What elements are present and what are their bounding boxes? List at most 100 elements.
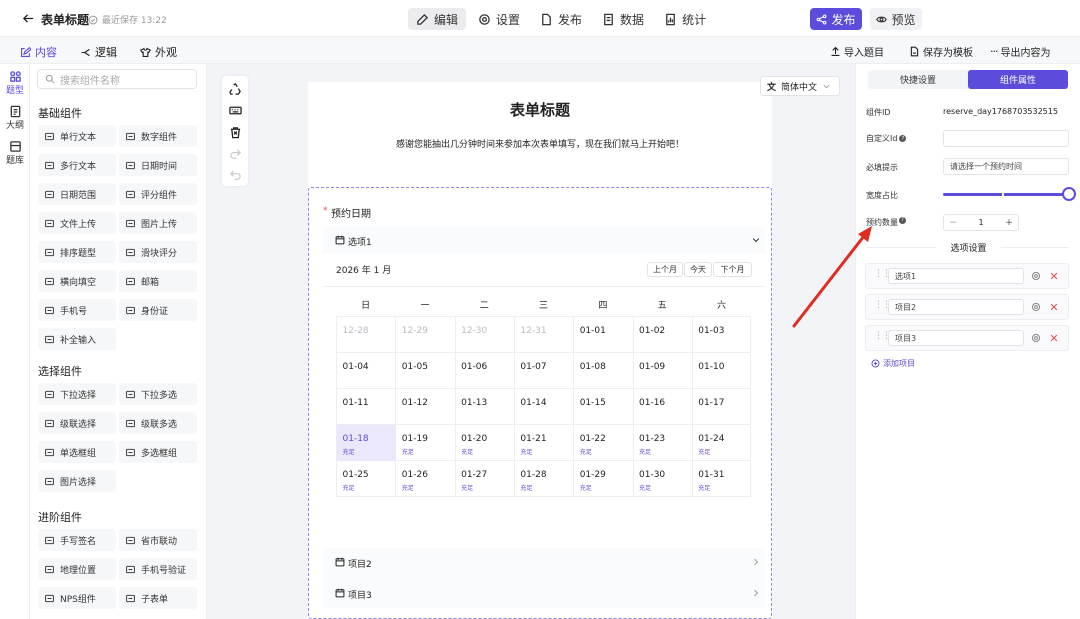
calendar-day[interactable]: 01-26 充足	[396, 461, 455, 497]
form-title[interactable]: 表单标题	[308, 99, 772, 120]
nav-question-types[interactable]: 题型	[0, 70, 30, 96]
component-item[interactable]: 省市联动	[119, 529, 197, 551]
gear-icon[interactable]	[1031, 333, 1041, 343]
calendar-day[interactable]: 01-22 充足	[574, 425, 633, 461]
redo-icon[interactable]	[229, 148, 242, 161]
calendar-day[interactable]: 01-24 充足	[692, 425, 751, 461]
component-item[interactable]: 多选框组	[119, 441, 197, 463]
component-item[interactable]: 文件上传	[38, 212, 116, 234]
calendar-day[interactable]: 01-04	[337, 353, 396, 389]
custom-id-input[interactable]	[943, 130, 1069, 147]
calendar-day[interactable]: 01-08	[574, 353, 633, 389]
option-input[interactable]: 项目2	[888, 299, 1024, 315]
component-item[interactable]: 级联选择	[38, 412, 116, 434]
component-item[interactable]: NPS组件	[38, 587, 116, 609]
calendar-day[interactable]: 01-20 充足	[455, 425, 514, 461]
component-item[interactable]: 子表单	[119, 587, 197, 609]
language-select[interactable]: 文 简体中文	[760, 76, 840, 96]
close-icon[interactable]	[1049, 271, 1059, 281]
component-item[interactable]: 手写签名	[38, 529, 116, 551]
calendar-day[interactable]: 01-21 充足	[514, 425, 573, 461]
calendar-day[interactable]: 01-05	[396, 353, 455, 389]
gear-icon[interactable]	[1031, 271, 1041, 281]
tab-data[interactable]: 数据	[594, 8, 652, 30]
help-icon[interactable]: ?	[899, 216, 906, 224]
component-item[interactable]: 手机号验证	[119, 558, 197, 580]
nav-question-bank[interactable]: 题库	[0, 140, 30, 166]
component-item[interactable]: 日期时间	[119, 154, 197, 176]
calendar-day[interactable]: 12-30	[455, 317, 514, 353]
component-item[interactable]: 补全输入	[38, 328, 116, 350]
calendar-day[interactable]: 12-28	[337, 317, 396, 353]
component-item[interactable]: 手机号	[38, 299, 116, 321]
component-item[interactable]: 横向填空	[38, 270, 116, 292]
form-description[interactable]: 感谢您能抽出几分钟时间来参加本次表单填写，现在我们就马上开始吧！	[308, 137, 772, 150]
calendar-day[interactable]: 01-15	[574, 389, 633, 425]
preview-button[interactable]: 预览	[870, 8, 922, 30]
calendar-day[interactable]: 01-13	[455, 389, 514, 425]
save-template-button[interactable]: 保存为模板	[909, 44, 973, 59]
tab-edit[interactable]: 编辑	[408, 8, 467, 30]
export-button[interactable]: ··· 导出内容为	[990, 44, 1051, 59]
tab-quick-settings[interactable]: 快捷设置	[868, 70, 968, 89]
calendar-day[interactable]: 01-19 充足	[396, 425, 455, 461]
today-button[interactable]: 今天	[684, 262, 712, 277]
calendar-day[interactable]: 01-16	[633, 389, 692, 425]
calendar-day[interactable]: 01-07	[514, 353, 573, 389]
back-icon[interactable]	[22, 11, 35, 25]
component-item[interactable]: 图片选择	[38, 470, 116, 492]
option-header-2[interactable]: 项目2	[323, 548, 765, 576]
component-item[interactable]: 下拉多选	[119, 383, 197, 405]
tab-stats[interactable]: 统计	[656, 8, 714, 30]
component-item[interactable]: 身份证	[119, 299, 197, 321]
close-icon[interactable]	[1049, 333, 1059, 343]
decrement-button[interactable]: −	[944, 218, 962, 228]
component-item[interactable]: 滑块评分	[119, 241, 197, 263]
increment-button[interactable]: +	[1000, 218, 1018, 228]
calendar-day[interactable]: 01-31 充足	[692, 461, 751, 497]
calendar-day[interactable]: 01-25 充足	[337, 461, 396, 497]
calendar-day[interactable]: 01-18 充足	[336, 424, 396, 461]
component-item[interactable]: 单选框组	[38, 441, 116, 463]
calendar-day[interactable]: 01-17	[692, 389, 751, 425]
nav-outline[interactable]: 大纲	[0, 105, 30, 131]
add-option-button[interactable]: 添加项目	[871, 358, 915, 369]
calendar-day[interactable]: 01-11	[337, 389, 396, 425]
option-header-3[interactable]: 项目3	[323, 579, 765, 607]
component-item[interactable]: 图片上传	[119, 212, 197, 234]
component-item[interactable]: 下拉选择	[38, 383, 116, 405]
gear-icon[interactable]	[1031, 302, 1041, 312]
component-item[interactable]: 邮箱	[119, 270, 197, 292]
prev-month-button[interactable]: 上个月	[647, 262, 683, 277]
import-button[interactable]: 导入题目	[830, 44, 884, 59]
required-tip-input[interactable]: 请选择一个预约时间	[943, 158, 1069, 175]
keyboard-icon[interactable]	[229, 104, 242, 117]
tab-publish[interactable]: 发布	[532, 8, 590, 30]
calendar-day[interactable]: 01-10	[692, 353, 751, 389]
subtab-content[interactable]: 内容	[20, 44, 57, 60]
tab-settings[interactable]: 设置	[470, 8, 528, 30]
next-month-button[interactable]: 下个月	[713, 262, 752, 277]
calendar-day[interactable]: 01-14	[514, 389, 573, 425]
subtab-appearance[interactable]: 外观	[140, 44, 177, 60]
close-icon[interactable]	[1049, 302, 1059, 312]
delete-icon[interactable]	[229, 126, 242, 139]
component-item[interactable]: 地理位置	[38, 558, 116, 580]
calendar-day[interactable]: 01-02	[633, 317, 692, 353]
help-icon[interactable]: ?	[899, 135, 907, 142]
calendar-day[interactable]: 01-06	[455, 353, 514, 389]
undo-icon[interactable]	[229, 169, 242, 182]
calendar-day[interactable]: 12-29	[396, 317, 455, 353]
component-item[interactable]: 排序题型	[38, 241, 116, 263]
calendar-day[interactable]: 01-28 充足	[514, 461, 573, 497]
calendar-day[interactable]: 12-31	[514, 317, 573, 353]
option-input[interactable]: 选项1	[888, 268, 1024, 284]
date-field-block[interactable]: * 预约日期 选项1 2026 年 1 月 上个月 今天 下个月 日 一 二 三 四 五 六…	[308, 187, 772, 619]
calendar-day[interactable]: 01-01	[574, 317, 633, 353]
component-item[interactable]: 级联多选	[119, 412, 197, 434]
component-item[interactable]: 单行文本	[38, 125, 116, 147]
option-header-1[interactable]: 选项1	[323, 226, 765, 254]
component-item[interactable]: 日期范围	[38, 183, 116, 205]
subtab-logic[interactable]: 逻辑	[80, 44, 117, 60]
recycle-icon[interactable]	[229, 83, 242, 96]
